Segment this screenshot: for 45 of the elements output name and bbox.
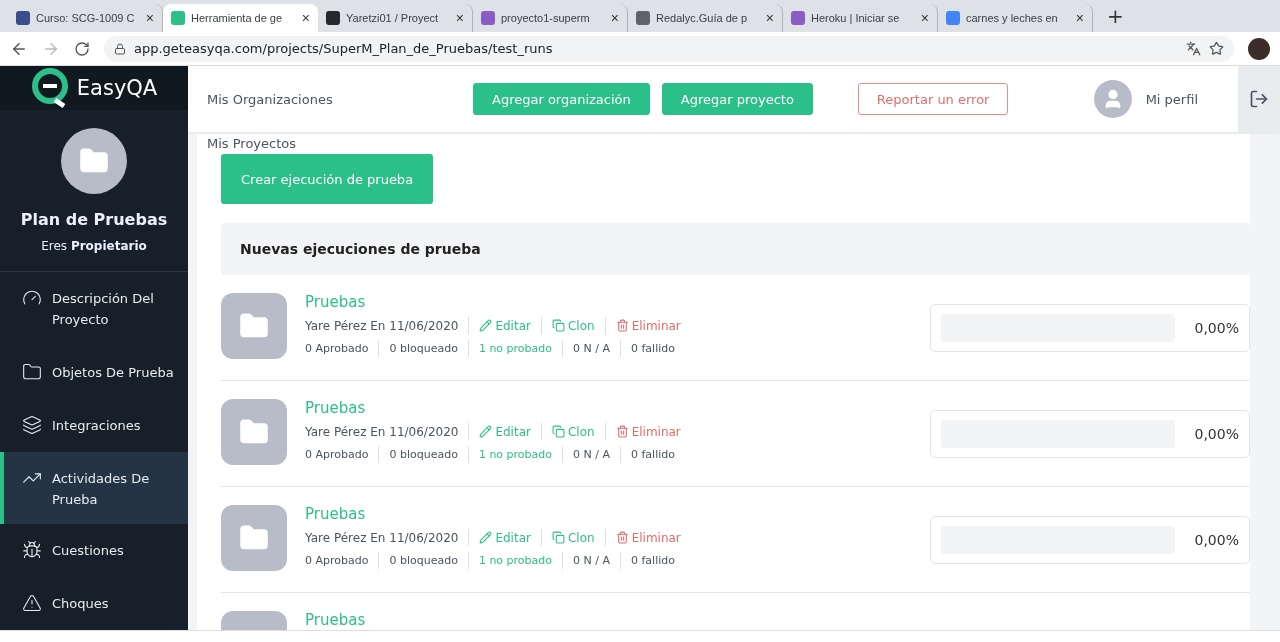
- run-stat: 0 Aprobado: [305, 448, 369, 461]
- url-text: app.geteasyqa.com/projects/SuperM_Plan_de_Pruebas/test_runs: [134, 41, 553, 56]
- run-stat: 1 no probado: [478, 448, 553, 461]
- profile-link[interactable]: Mi perfil: [1145, 91, 1198, 107]
- run-stat: 0 N / A: [573, 448, 610, 461]
- run-meta: Yare Pérez En 11/06/2020: [305, 318, 459, 333]
- run-stat: 0 Aprobado: [305, 554, 369, 567]
- progress-percent: 0,00%: [1194, 426, 1239, 442]
- browser-tab[interactable]: Herramienta de ge ×: [163, 4, 318, 32]
- nav-link[interactable]: Mis Organizaciones: [207, 91, 473, 107]
- run-stat: 0 N / A: [573, 554, 610, 567]
- sidebar-item[interactable]: Choques: [0, 577, 188, 630]
- new-tab-button[interactable]: +: [1107, 4, 1124, 28]
- address-field[interactable]: app.geteasyqa.com/projects/SuperM_Plan_de_Pruebas/test_runs: [104, 35, 1234, 62]
- sidebar-item[interactable]: Descripción Del Proyecto: [0, 272, 188, 346]
- close-icon[interactable]: ×: [920, 10, 929, 26]
- progress-percent: 0,00%: [1194, 320, 1239, 336]
- section-title: Nuevas ejecuciones de prueba: [221, 223, 1250, 275]
- sidebar-item[interactable]: Integraciones: [0, 399, 188, 452]
- sidebar-item[interactable]: Objetos De Prueba: [0, 346, 188, 399]
- close-icon[interactable]: ×: [610, 10, 619, 26]
- close-icon[interactable]: ×: [145, 10, 154, 26]
- project-title: Plan de Pruebas: [20, 210, 168, 229]
- close-icon[interactable]: ×: [455, 10, 464, 26]
- run-stat: 0 bloqueado: [389, 342, 458, 355]
- run-stat: 0 fallido: [631, 342, 675, 355]
- logo-text: EasyQA: [76, 76, 158, 100]
- close-icon[interactable]: ×: [1075, 10, 1084, 26]
- run-stat: 0 fallido: [631, 554, 675, 567]
- run-stat: 0 bloqueado: [389, 448, 458, 461]
- run-meta: Yare Pérez En 11/06/2020: [305, 424, 459, 439]
- run-stat: 0 Aprobado: [305, 342, 369, 355]
- run-stat: 1 no probado: [478, 554, 553, 567]
- close-icon[interactable]: ×: [765, 10, 774, 26]
- run-stat: 0 bloqueado: [389, 554, 458, 567]
- sidebar-item[interactable]: Cuestiones: [0, 524, 188, 577]
- run-meta: Yare Pérez En 11/06/2020: [305, 530, 459, 545]
- nav-link[interactable]: Mis Proyectos: [207, 136, 297, 151]
- sidebar-item[interactable]: Actividades De Prueba: [0, 452, 188, 524]
- role-text: Eres Propietario: [41, 239, 147, 253]
- progress-percent: 0,00%: [1194, 532, 1239, 548]
- run-stat: 1 no probado: [478, 342, 553, 355]
- run-stat: 0 fallido: [631, 448, 675, 461]
- close-icon[interactable]: ×: [301, 10, 310, 26]
- run-stat: 0 N / A: [573, 342, 610, 355]
